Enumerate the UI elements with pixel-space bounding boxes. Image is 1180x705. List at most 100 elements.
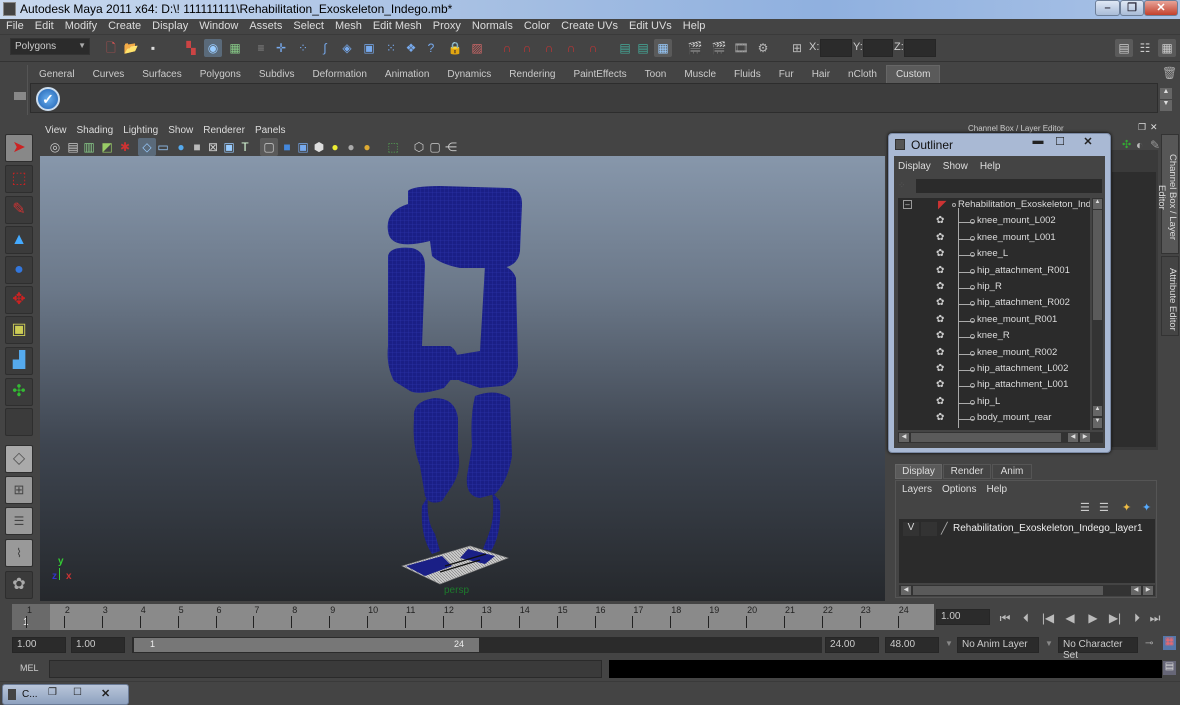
outliner-vscroll-thumb[interactable] bbox=[1093, 210, 1102, 320]
scroll-left-icon[interactable]: ◀ bbox=[1068, 433, 1078, 442]
outliner-item[interactable]: ✿ hip_attachment_R002 bbox=[898, 296, 1090, 312]
play-forwards-icon[interactable]: ▶ bbox=[1084, 610, 1102, 626]
shelf-tab-painteffects[interactable]: PaintEffects bbox=[564, 66, 637, 84]
go-to-start-icon[interactable]: ⏮ bbox=[996, 610, 1014, 626]
close-panel-icon[interactable]: ✕ bbox=[1150, 122, 1158, 133]
snap-vertex-icon[interactable]: ⁙ bbox=[382, 39, 400, 57]
construction-history-icon[interactable]: ∩ bbox=[518, 39, 536, 57]
shelf-tab-polygons[interactable]: Polygons bbox=[190, 66, 251, 84]
history-magnet-icon[interactable]: ∩ bbox=[498, 39, 516, 57]
construction-icon[interactable]: ▦ bbox=[654, 39, 672, 57]
snap-live-icon[interactable]: ❖ bbox=[402, 39, 420, 57]
scroll-left-icon[interactable]: ◀ bbox=[899, 433, 909, 442]
move-tool-icon[interactable]: ▲ bbox=[5, 226, 33, 254]
layer-horizontal-scrollbar[interactable]: ◀ ◀ ▶ bbox=[899, 585, 1155, 596]
selection-lock-icon[interactable]: ▨ bbox=[468, 39, 486, 57]
shelf-tab-toon[interactable]: Toon bbox=[635, 66, 677, 84]
menu-edit-mesh[interactable]: Edit Mesh bbox=[367, 19, 427, 32]
end-time-field[interactable]: 48.00 bbox=[885, 637, 939, 653]
new-layer-icon[interactable]: ☰ bbox=[1099, 501, 1109, 514]
collapse-icon[interactable]: – bbox=[903, 200, 912, 209]
menu-select[interactable]: Select bbox=[287, 19, 329, 32]
maximize-button[interactable]: ❐ bbox=[1120, 0, 1144, 16]
z-input[interactable] bbox=[904, 39, 936, 57]
step-back-key-icon[interactable]: |◀ bbox=[1039, 610, 1057, 626]
side-tab-channel-box[interactable]: Channel Box / Layer Editor bbox=[1156, 134, 1179, 254]
checkmark-shelf-button[interactable]: ✓ bbox=[36, 87, 60, 111]
layer-tab-display[interactable]: Display bbox=[895, 464, 942, 479]
snap-curve-icon[interactable]: ∫ bbox=[316, 39, 334, 57]
playback-start-field[interactable]: 1.00 bbox=[71, 637, 125, 653]
wireframe-icon[interactable]: ▢ bbox=[260, 138, 278, 156]
save-scene-icon[interactable]: ▪ bbox=[144, 39, 162, 57]
shadows-icon[interactable]: ● bbox=[358, 138, 376, 156]
numeric-input-icon[interactable]: ⊞ bbox=[788, 39, 806, 57]
filter-icon[interactable]: ⁘ bbox=[898, 180, 912, 194]
render-view-icon[interactable]: 🎬 bbox=[686, 39, 704, 57]
menu-display[interactable]: Display bbox=[146, 19, 193, 32]
range-slider-bar[interactable]: 1 24 bbox=[134, 638, 479, 652]
outliner-search-input[interactable] bbox=[916, 179, 1102, 193]
shelf-handle[interactable] bbox=[10, 65, 28, 115]
four-view-layout-icon[interactable]: ⊞ bbox=[5, 476, 33, 504]
menu-file[interactable]: File bbox=[0, 19, 29, 32]
play-backwards-icon[interactable]: ◀ bbox=[1061, 610, 1079, 626]
shelf-tab-animation[interactable]: Animation bbox=[375, 66, 440, 84]
time-slider[interactable]: 1 12345678910111213141516171819202122232… bbox=[12, 604, 934, 630]
auto-key-key-icon[interactable]: ⊸ bbox=[1145, 638, 1153, 649]
menu-create-uvs[interactable]: Create UVs bbox=[555, 19, 623, 32]
outliner-maximize-button[interactable]: ☐ bbox=[1049, 135, 1071, 149]
character-set-field[interactable]: No Character Set bbox=[1058, 637, 1138, 661]
x-input[interactable] bbox=[820, 39, 852, 57]
layer-color-icon[interactable]: ╱ bbox=[941, 522, 948, 535]
menu-edit-uvs[interactable]: Edit UVs bbox=[623, 19, 677, 32]
shelf-tab-subdivs[interactable]: Subdivs bbox=[249, 66, 305, 84]
isolate-select-icon[interactable]: ⬚ bbox=[384, 138, 402, 156]
outliner-minimize-button[interactable]: ▬ bbox=[1027, 135, 1049, 149]
layer-menu-options[interactable]: Options bbox=[942, 484, 986, 495]
last-tool-slot[interactable] bbox=[5, 408, 33, 436]
attribute-editor-toggle-icon[interactable]: ▤ bbox=[1115, 39, 1133, 57]
viewport-menu-show[interactable]: Show bbox=[163, 125, 198, 136]
universal-manipulator-icon[interactable]: ▣ bbox=[5, 316, 33, 344]
snap-together-icon[interactable]: ∩ bbox=[540, 39, 558, 57]
menu-help[interactable]: Help bbox=[677, 19, 711, 32]
scroll-down-icon[interactable]: ▼ bbox=[1093, 418, 1102, 428]
render-frame-icon[interactable]: 🎬 bbox=[710, 39, 728, 57]
tool-settings-toggle-icon[interactable]: ☷ bbox=[1136, 39, 1154, 57]
2d-pan-zoom-icon[interactable]: ✱ bbox=[116, 138, 134, 156]
command-input[interactable] bbox=[49, 660, 602, 678]
anim-layer-field[interactable]: No Anim Layer bbox=[957, 637, 1039, 653]
outliner-item[interactable]: ✿ knee_mount_R002 bbox=[898, 346, 1090, 362]
share-icon[interactable]: ⋲ bbox=[442, 138, 460, 156]
open-scene-icon[interactable]: 📂 bbox=[122, 39, 140, 57]
outliner-persp-layout-icon[interactable]: ☰ bbox=[5, 507, 33, 535]
outliner-item[interactable]: ✿ knee_L bbox=[898, 247, 1090, 263]
outliner-root-item[interactable]: – ◤ Rehabilitation_Exoskeleton_Indego bbox=[898, 198, 1090, 214]
new-layer-selected-icon[interactable]: ☰ bbox=[1080, 501, 1090, 514]
viewport-menu-renderer[interactable]: Renderer bbox=[198, 125, 250, 136]
single-perspective-layout-icon[interactable]: ◇ bbox=[5, 445, 33, 473]
anim-layer-dropdown-icon[interactable]: ▼ bbox=[945, 639, 953, 648]
menuset-dropdown[interactable]: Polygons ▼ bbox=[10, 38, 90, 55]
menu-normals[interactable]: Normals bbox=[466, 19, 518, 32]
animation-preferences-icon[interactable]: ▦ bbox=[1163, 636, 1176, 650]
mask-icon[interactable]: ≡ bbox=[252, 39, 270, 57]
menu-create[interactable]: Create bbox=[102, 19, 146, 32]
select-object-icon[interactable]: ◉ bbox=[204, 39, 222, 57]
script-editor-icon[interactable]: ▤ bbox=[1163, 661, 1176, 675]
help-icon[interactable]: ? bbox=[422, 39, 440, 57]
shelf-tab-ncloth[interactable]: nCloth bbox=[839, 66, 887, 84]
shelf-tab-custom[interactable]: Custom bbox=[885, 65, 941, 83]
outliner-item[interactable]: ✿ hip_attachment_R001 bbox=[898, 264, 1090, 280]
outliner-item[interactable]: ✿ body_mount_rear bbox=[898, 411, 1090, 427]
outliner-menu-help[interactable]: Help bbox=[980, 161, 1001, 172]
channel-box-toggle-icon[interactable]: ▦ bbox=[1158, 39, 1176, 57]
shelf-tab-deformation[interactable]: Deformation bbox=[303, 66, 377, 84]
menu-proxy[interactable]: Proxy bbox=[427, 19, 466, 32]
step-forward-key-icon[interactable]: ▶| bbox=[1106, 610, 1124, 626]
scroll-right-icon[interactable]: ▶ bbox=[1080, 433, 1090, 442]
layer-tab-anim[interactable]: Anim bbox=[992, 464, 1032, 479]
scroll-left-icon[interactable]: ◀ bbox=[901, 586, 911, 595]
perspective-viewport[interactable]: persp y z x bbox=[40, 156, 885, 601]
